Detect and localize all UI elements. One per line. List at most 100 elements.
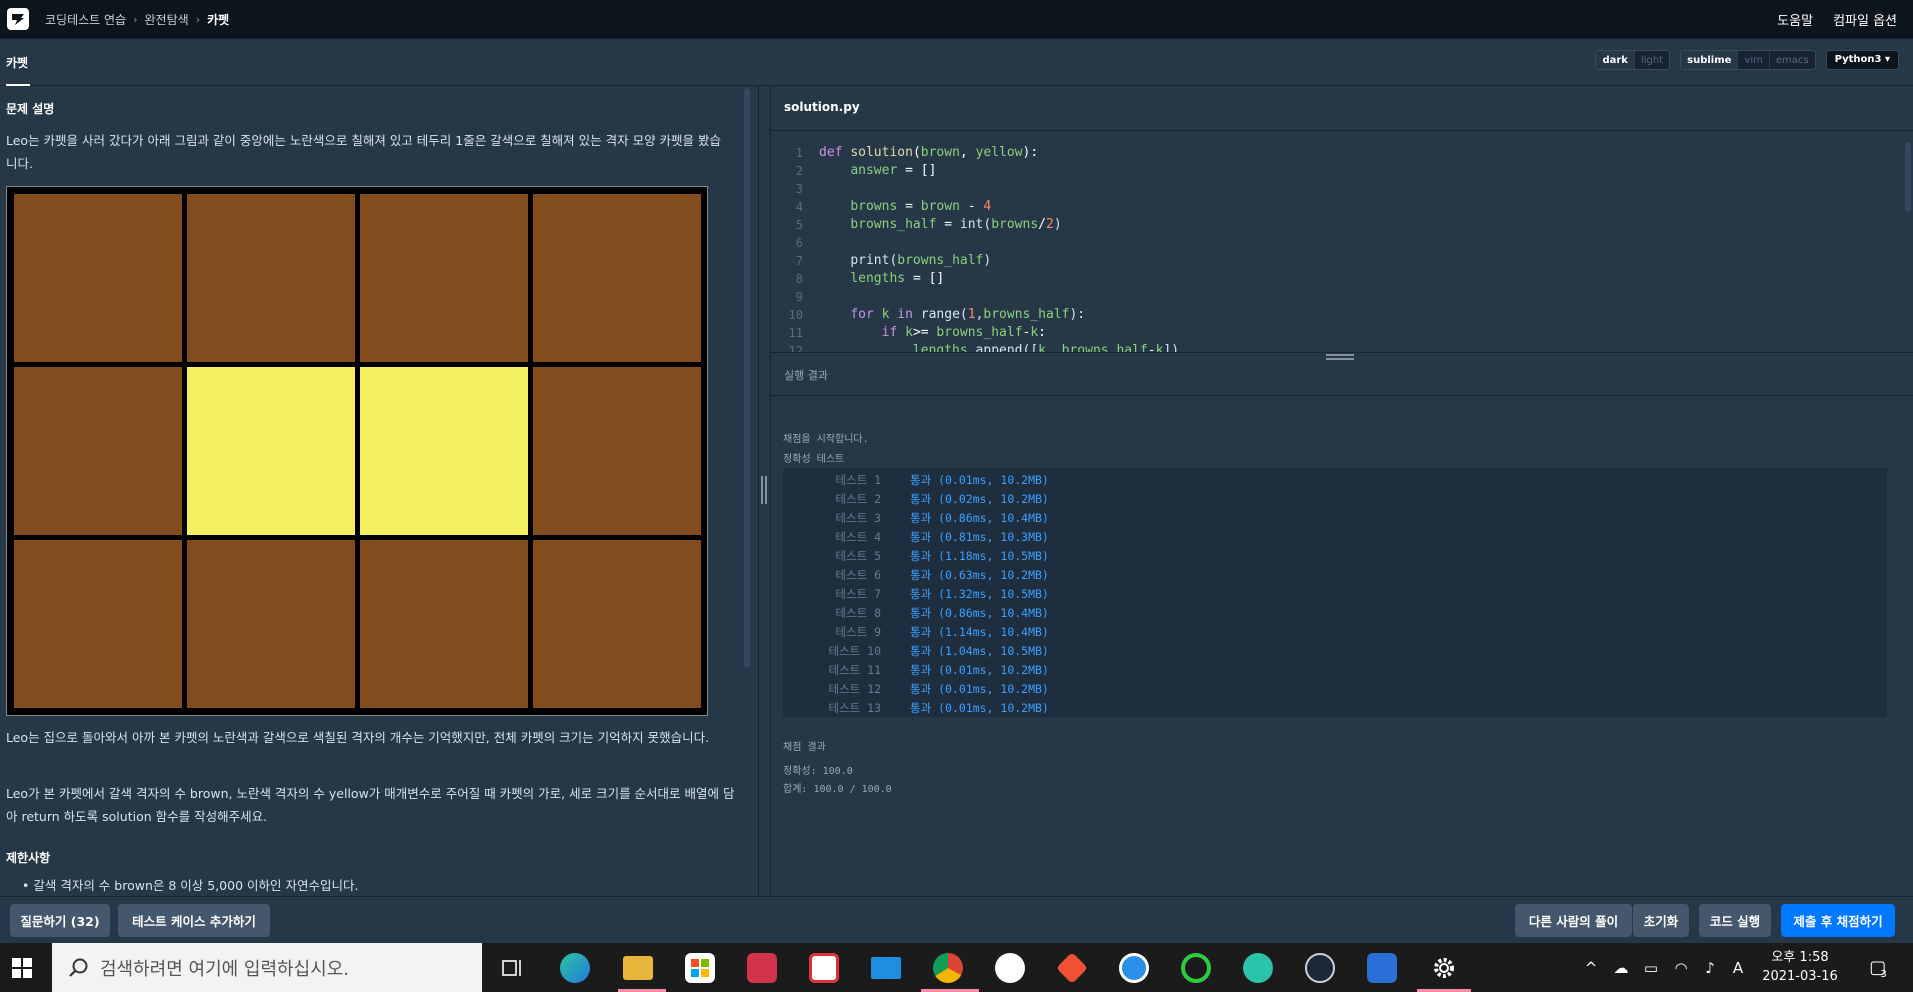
penguin-app-icon[interactable] [990,950,1030,986]
carpet-cell [14,367,182,535]
task-view-icon[interactable] [493,950,533,986]
test-name: 테스트 10 [828,644,881,658]
test-result: 통과 (0.81ms, 10.3MB) [910,530,1049,544]
carpet-cell [187,540,355,708]
sync-app-icon[interactable] [804,950,844,986]
red-app-icon[interactable] [742,950,782,986]
run-code-button[interactable]: 코드 실행 [1699,904,1771,937]
carpet-cell [533,367,701,535]
lesson-header: 카펫 dark light sublime vim emacs Python3 … [0,40,1913,86]
help-link[interactable]: 도움말 [1777,10,1813,29]
chevron-up-icon[interactable]: ^ [1580,943,1602,992]
theme-light-option[interactable]: light [1635,51,1669,69]
microsoft-store-icon[interactable] [680,950,720,986]
wifi-icon[interactable]: ◠ [1668,943,1694,992]
language-select-value: Python3 [1834,54,1882,65]
test-name: 테스트 5 [835,549,881,563]
breadcrumb-item-category[interactable]: 완전탐색 [145,11,189,28]
problem-description-panel: 문제 설명 Leo는 카펫을 사러 갔다가 아래 그림과 같이 중앙에는 노란색… [0,86,758,896]
line-number: 2 [795,164,803,178]
questions-button[interactable]: 질문하기 (32) [10,904,110,937]
add-testcase-button[interactable]: 테스트 케이스 추가하기 [118,904,270,937]
blue-circle-app-icon[interactable] [1114,950,1154,986]
breadcrumb: 코딩테스트 연습 › 완전탐색 › 카펫 [45,11,229,28]
ime-indicator[interactable]: A [1726,943,1750,992]
carpet-cell [187,194,355,362]
test-name: 테스트 2 [835,492,881,506]
horizontal-resize-handle-icon[interactable] [1326,354,1356,362]
test-name: 테스트 1 [835,473,881,487]
notification-center-icon[interactable]: ▢ 3 [1858,943,1898,992]
onedrive-cloud-icon[interactable]: ☁ [1608,943,1634,992]
code-editor[interactable]: 1 def solution(brown, yellow): 2 answer =… [771,132,1913,352]
constraint-text: 갈색 격자의 수 brown은 8 이상 5,000 이하인 자연수입니다. [33,878,359,893]
test-result: 통과 (0.01ms, 10.2MB) [910,682,1049,696]
test-name: 테스트 11 [828,663,881,677]
carpet-cell [533,194,701,362]
test-result: 통과 (0.01ms, 10.2MB) [910,701,1049,715]
section-title-constraints: 제한사항 [6,851,51,865]
taskbar-search-input[interactable]: 검색하려면 여기에 입력하십시오. [52,943,482,992]
green-ring-app-icon[interactable] [1176,950,1216,986]
windows-start-icon[interactable] [0,943,44,992]
breadcrumb-item-coding-test[interactable]: 코딩테스트 연습 [45,11,126,28]
notification-count-badge: 3 [1880,969,1887,980]
problem-scrollbar[interactable] [744,88,750,668]
keymap-vim-option[interactable]: vim [1738,51,1770,69]
line-number: 10 [788,308,803,322]
test-name: 테스트 4 [835,530,881,544]
line-number: 1 [795,146,803,160]
carpet-image [6,186,708,716]
code-panel: solution.py 1 def solution(brown, yellow)… [771,86,1913,896]
steam-icon[interactable] [1300,950,1340,986]
test-name: 테스트 3 [835,511,881,525]
keymap-sublime-option[interactable]: sublime [1681,51,1739,69]
edge-browser-icon[interactable] [555,950,595,986]
chrome-icon[interactable] [928,950,968,986]
settings-gear-icon[interactable] [1424,950,1464,986]
resize-handle-icon[interactable] [759,476,769,504]
test-name: 테스트 7 [835,587,881,601]
problem-paragraph-1: Leo는 카펫을 사러 갔다가 아래 그림과 같이 중앙에는 노란색으로 칠해져… [6,133,722,171]
test-result: 통과 (0.02ms, 10.2MB) [910,492,1049,506]
battery-icon[interactable]: ▭ [1638,943,1664,992]
carpet-cell [14,540,182,708]
taskbar-search-placeholder: 검색하려면 여기에 입력하십시오. [100,958,350,980]
programmers-logo-icon[interactable] [7,8,29,30]
test-name: 테스트 9 [835,625,881,639]
test-result: 통과 (1.04ms, 10.5MB) [910,644,1049,658]
submit-button[interactable]: 제출 후 채점하기 [1781,904,1895,937]
volume-icon[interactable]: ♪ [1697,943,1723,992]
taskbar-clock[interactable]: 오후 1:58 2021-03-16 [1757,948,1843,986]
others-solution-button[interactable]: 다른 사람의 풀이 [1515,904,1632,937]
file-header: solution.py [771,86,1913,131]
test-result: 통과 (0.86ms, 10.4MB) [910,511,1049,525]
line-number: 11 [788,326,803,340]
test-label: 테스트 [816,454,845,465]
problem-paragraph-3: Leo가 본 카펫에서 갈색 격자의 수 brown, 노란색 격자의 수 ye… [6,786,735,824]
line-number: 6 [795,236,803,250]
theme-dark-option[interactable]: dark [1596,51,1635,69]
carpet-cell [533,540,701,708]
constraint-item: • 갈색 격자의 수 brown은 8 이상 5,000 이하인 자연수입니다. [22,878,359,893]
reader-app-icon[interactable] [1362,950,1402,986]
mail-icon[interactable] [866,950,906,986]
reset-button[interactable]: 초기화 [1633,904,1689,937]
file-explorer-icon[interactable] [618,950,658,986]
file-name: solution.py [784,100,860,114]
keymap-emacs-option[interactable]: emacs [1770,51,1815,69]
line-number: 9 [795,290,803,304]
tab-problem[interactable]: 카펫 [6,54,28,71]
section-label-accuracy: 정확성 테스트 [783,450,844,465]
compile-options-link[interactable]: 컴파일 옵션 [1833,10,1897,29]
carpet-cell [14,194,182,362]
grading-start-message: 채점을 시작합니다. [783,434,869,445]
clock-date: 2021-03-16 [1762,969,1838,984]
line-number: 8 [795,272,803,286]
git-app-icon[interactable] [1052,950,1092,986]
editor-scrollbar[interactable] [1905,142,1911,212]
teal-app-icon[interactable] [1238,950,1278,986]
test-result: 통과 (1.14ms, 10.4MB) [910,625,1049,639]
language-select[interactable]: Python3 ▾ [1825,50,1899,70]
line-number: 7 [795,254,803,268]
